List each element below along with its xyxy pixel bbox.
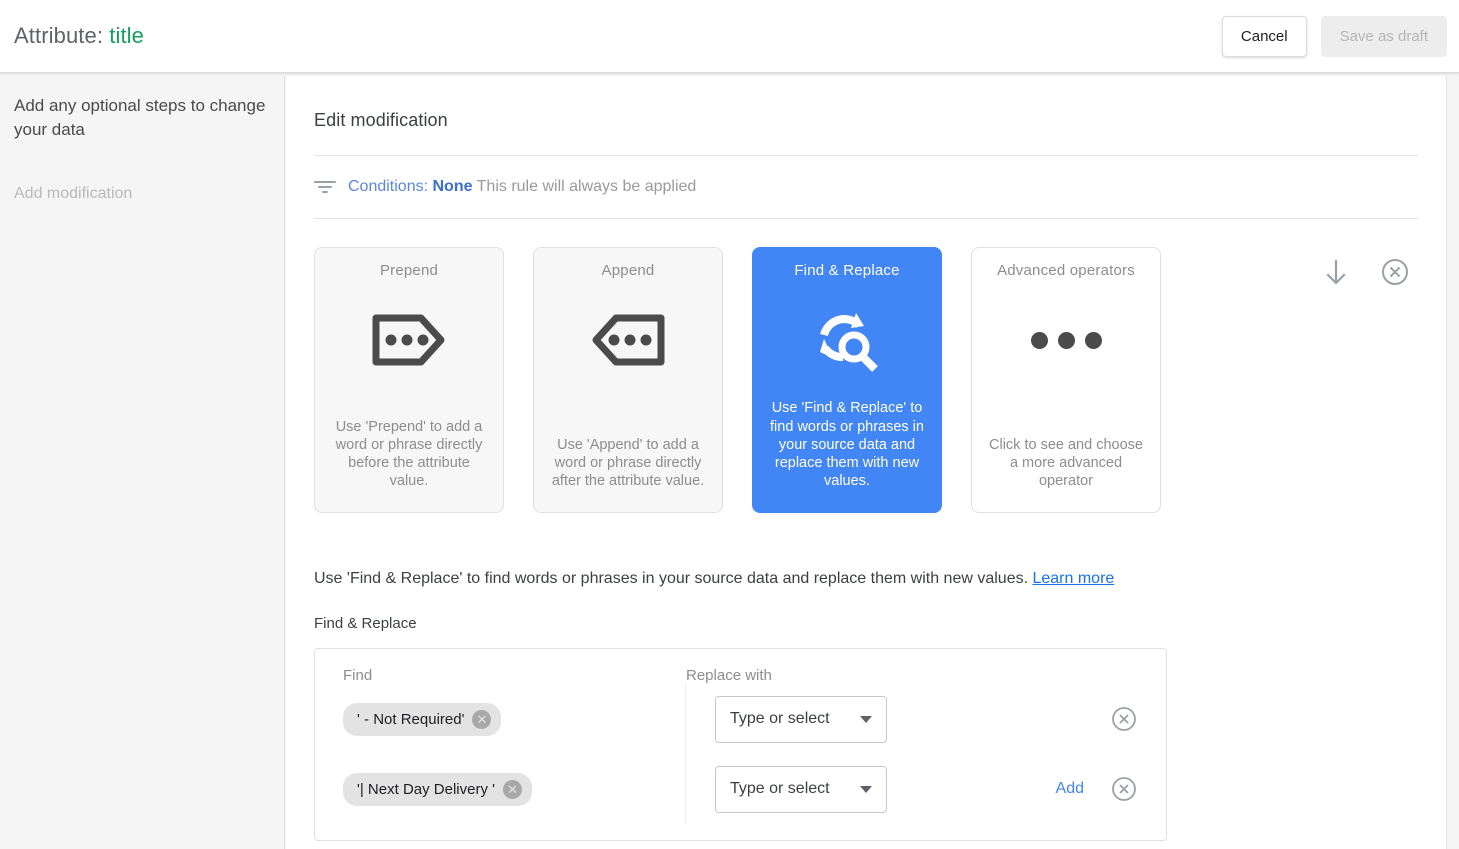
add-row-button[interactable]: Add <box>1056 780 1084 798</box>
column-header-replace: Replace with <box>686 667 772 684</box>
find-replace-headers: Find Replace with <box>315 667 1166 684</box>
chip-remove-icon[interactable]: ✕ <box>503 780 522 799</box>
attribute-name: title <box>109 23 144 48</box>
operation-cards-wrap: Prepend Use 'Prepend' to add a word or p… <box>314 247 1418 513</box>
filter-icon <box>314 179 336 195</box>
find-chip[interactable]: ' - Not Required' ✕ <box>343 703 501 736</box>
sidebar-item-add-modification[interactable]: Add modification <box>14 185 266 203</box>
remove-modification-icon[interactable] <box>1380 257 1410 287</box>
find-chip-label: '| Next Day Delivery ' <box>357 781 495 798</box>
operation-card-description: Click to see and choose a more advanced … <box>984 436 1148 490</box>
operation-card-title: Find & Replace <box>794 262 899 279</box>
content-panel: Edit modification Conditions: None This … <box>286 76 1447 849</box>
column-header-find: Find <box>343 667 686 684</box>
replace-with-select[interactable]: Type or select <box>715 696 887 743</box>
operation-card-title: Append <box>602 262 655 279</box>
operation-description: Use 'Find & Replace' to find words or ph… <box>314 570 1418 588</box>
header-actions: Cancel Save as draft <box>1222 16 1447 57</box>
divider-conditions <box>314 218 1418 219</box>
app-root: Attribute: title Cancel Save as draft Ad… <box>0 0 1459 849</box>
move-down-icon[interactable] <box>1322 257 1350 287</box>
chip-remove-icon[interactable]: ✕ <box>472 710 491 729</box>
find-replace-row: '| Next Day Delivery ' ✕ Type or select … <box>315 754 1166 824</box>
three-dots-icon <box>1031 303 1102 377</box>
operation-cards: Prepend Use 'Prepend' to add a word or p… <box>314 247 1418 513</box>
find-replace-section-label: Find & Replace <box>314 615 1418 632</box>
chevron-down-icon <box>860 716 872 723</box>
cancel-button[interactable]: Cancel <box>1222 16 1307 57</box>
find-replace-icon <box>810 303 884 377</box>
operation-card-description: Use 'Append' to add a word or phrase dir… <box>546 436 710 490</box>
row-actions: Add <box>1056 775 1138 803</box>
app-header: Attribute: title Cancel Save as draft <box>0 0 1459 73</box>
sidebar: Add any optional steps to change your da… <box>0 76 285 849</box>
conditions-text: Conditions: None This rule will always b… <box>348 178 696 196</box>
conditions-note: This rule will always be applied <box>477 178 697 195</box>
find-cell: ' - Not Required' ✕ <box>343 684 686 754</box>
chevron-down-icon <box>860 786 872 793</box>
save-as-draft-button[interactable]: Save as draft <box>1321 16 1447 57</box>
row-actions <box>1048 705 1138 733</box>
operation-card-title: Advanced operators <box>997 262 1135 279</box>
conditions-row[interactable]: Conditions: None This rule will always b… <box>314 156 1418 218</box>
replace-with-select-value: Type or select <box>730 780 830 798</box>
operation-card-append[interactable]: Append Use 'Append' to add a word or phr… <box>533 247 723 513</box>
learn-more-link[interactable]: Learn more <box>1032 570 1114 587</box>
operation-description-text: Use 'Find & Replace' to find words or ph… <box>314 570 1028 587</box>
remove-row-icon[interactable] <box>1110 705 1138 733</box>
operation-card-title: Prepend <box>380 262 438 279</box>
append-tag-icon <box>590 303 666 377</box>
find-replace-box: Find Replace with ' - Not Required' ✕ Ty… <box>314 648 1167 841</box>
modification-row-actions <box>1322 247 1410 297</box>
replace-with-select[interactable]: Type or select <box>715 766 887 813</box>
find-replace-row: ' - Not Required' ✕ Type or select <box>315 684 1166 754</box>
operation-card-prepend[interactable]: Prepend Use 'Prepend' to add a word or p… <box>314 247 504 513</box>
remove-row-icon[interactable] <box>1110 775 1138 803</box>
find-chip[interactable]: '| Next Day Delivery ' ✕ <box>343 773 532 806</box>
operation-card-description: Use 'Find & Replace' to find words or ph… <box>765 399 929 490</box>
conditions-label[interactable]: Conditions: <box>348 178 428 195</box>
replace-with-select-value: Type or select <box>730 710 830 728</box>
operation-card-find-replace[interactable]: Find & Replace Use 'Find & Rep <box>752 247 942 513</box>
operation-card-advanced-operators[interactable]: Advanced operators Click to see and choo… <box>971 247 1161 513</box>
replace-cell: Type or select <box>686 696 1015 743</box>
find-chip-label: ' - Not Required' <box>357 711 464 728</box>
conditions-value[interactable]: None <box>433 178 473 195</box>
operation-card-description: Use 'Prepend' to add a word or phrase di… <box>327 418 491 491</box>
sidebar-heading: Add any optional steps to change your da… <box>14 94 266 142</box>
find-cell: '| Next Day Delivery ' ✕ <box>343 754 686 824</box>
page-title: Attribute: title <box>14 23 144 49</box>
replace-cell: Type or select <box>686 766 1015 813</box>
page-title-prefix: Attribute: <box>14 23 103 48</box>
section-title: Edit modification <box>314 110 1418 131</box>
prepend-tag-icon <box>371 303 447 377</box>
